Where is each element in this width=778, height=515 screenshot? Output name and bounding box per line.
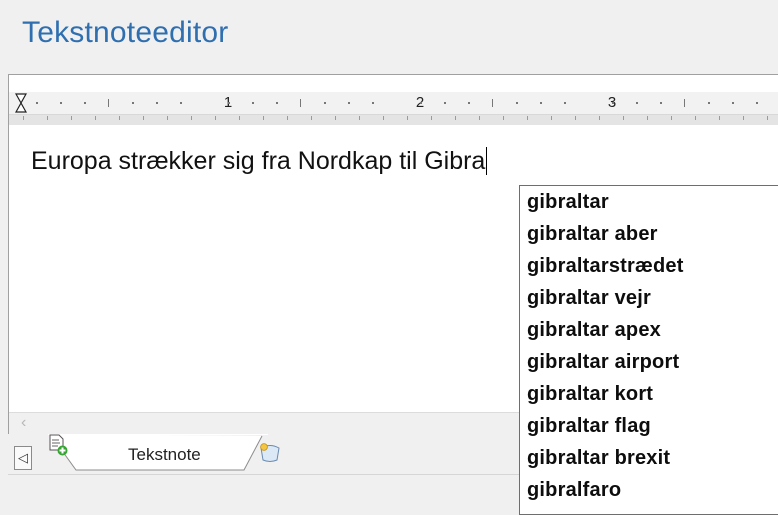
ruler-tick — [156, 102, 158, 104]
editor-text-content: Europa strækker sig fra Nordkap til Gibr… — [31, 147, 486, 175]
suggestion-item[interactable]: gibraltar aber — [520, 218, 778, 250]
ruler-tick — [300, 99, 301, 107]
ruler-tick — [36, 102, 38, 104]
ruler-tick — [564, 102, 566, 104]
ruler-tick — [444, 102, 446, 104]
ruler-tick — [132, 102, 134, 104]
ruler-tick — [228, 102, 230, 104]
suggestion-item[interactable]: gibraltarstrædet — [520, 250, 778, 282]
ruler-tick — [612, 102, 614, 104]
ruler-tick — [540, 102, 542, 104]
window-title: Tekstnoteeditor — [22, 16, 229, 49]
ruler-tick — [420, 102, 422, 104]
tab-scroll-left-button[interactable]: ◁ — [14, 446, 32, 470]
suggestion-item[interactable]: gibraltar kort — [520, 378, 778, 410]
ruler-tick-strip — [9, 115, 778, 125]
ruler-tick — [492, 99, 493, 107]
ruler-tick — [732, 102, 734, 104]
ruler-tick — [324, 102, 326, 104]
suggestion-item[interactable]: gibraltar brexit — [520, 442, 778, 474]
ruler-tick — [516, 102, 518, 104]
ruler-tick — [84, 102, 86, 104]
tab-bar: ◁ Tekstnote — [8, 434, 523, 476]
tab-tekstnote[interactable]: Tekstnote — [48, 434, 268, 474]
ruler-tick — [708, 102, 710, 104]
suggestion-item[interactable]: gibraltar vejr — [520, 282, 778, 314]
ruler-tick — [180, 102, 182, 104]
ruler-tick — [468, 102, 470, 104]
chevron-left-icon[interactable]: ‹ — [21, 414, 26, 432]
tab-label: Tekstnote — [128, 445, 201, 464]
ruler-tick — [756, 102, 758, 104]
ruler-tick — [276, 102, 278, 104]
document-add-icon — [49, 434, 68, 456]
ruler-tick — [372, 102, 374, 104]
ruler-tick — [348, 102, 350, 104]
text-caret — [486, 147, 488, 175]
suggestion-item[interactable]: gibraltar apex — [520, 314, 778, 346]
ruler-tick — [660, 102, 662, 104]
suggestion-item[interactable]: gibraltar airport — [520, 346, 778, 378]
ruler-tick — [684, 99, 685, 107]
new-tab-icon[interactable] — [258, 442, 282, 464]
editor-text[interactable]: Europa strækker sig fra Nordkap til Gibr… — [31, 147, 488, 176]
autocomplete-dropdown[interactable]: gibraltar gibraltar aber gibraltarstrædet g… — [519, 185, 778, 515]
ruler[interactable]: 1 2 3 — [9, 75, 778, 127]
suggestion-item[interactable]: gibraltar flag — [520, 410, 778, 442]
status-separator — [8, 474, 523, 475]
ruler-tick — [252, 102, 254, 104]
ruler-tick — [108, 99, 109, 107]
ruler-scale: 1 2 3 — [9, 92, 778, 114]
ruler-tick — [60, 102, 62, 104]
horizontal-scrollbar[interactable]: ‹ — [9, 412, 521, 435]
suggestion-item[interactable]: gibralfaro — [520, 474, 778, 506]
suggestion-item[interactable]: gibraltar — [520, 186, 778, 218]
ruler-tick — [636, 102, 638, 104]
